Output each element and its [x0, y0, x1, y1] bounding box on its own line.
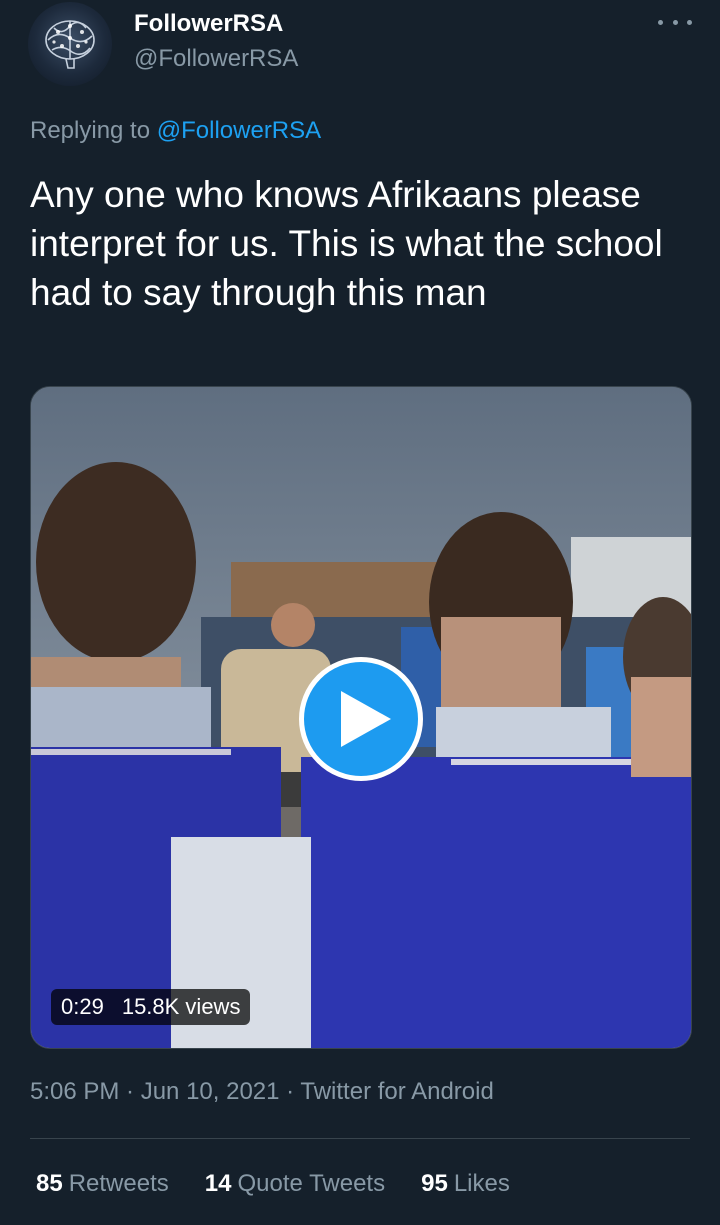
likes-stat[interactable]: 95 Likes: [421, 1168, 510, 1200]
video-duration: 0:29: [61, 994, 104, 1019]
avatar[interactable]: [28, 2, 112, 86]
video-player[interactable]: 0:29 15.8K views: [30, 386, 692, 1049]
tweet-header: FollowerRSA @FollowerRSA: [0, 0, 720, 100]
likes-label: Likes: [453, 1170, 510, 1197]
reply-mention-link[interactable]: @FollowerRSA: [157, 117, 321, 144]
tweet-timestamp[interactable]: 5:06 PM · Jun 10, 2021 · Twitter for And…: [30, 1076, 494, 1108]
likes-count: 95: [421, 1170, 448, 1197]
retweets-label: Retweets: [68, 1170, 169, 1197]
tweet-stats: 85 Retweets 14 Quote Tweets 95 Likes: [36, 1168, 546, 1200]
tweet-detail: FollowerRSA @FollowerRSA Replying to @Fo…: [0, 0, 720, 1225]
quote-tweets-count: 14: [204, 1170, 232, 1197]
video-views: 15.8K views: [121, 994, 241, 1019]
quote-tweets-stat[interactable]: 14 Quote Tweets: [205, 1168, 385, 1200]
author-handle[interactable]: @FollowerRSA: [134, 44, 298, 74]
reply-prefix: Replying to: [30, 117, 151, 144]
video-meta-badge: 0:29 15.8K views: [51, 989, 251, 1025]
play-icon: [341, 691, 391, 747]
avatar-brain-icon: [45, 20, 95, 69]
play-button[interactable]: [299, 657, 423, 781]
author-display-name[interactable]: FollowerRSA: [134, 9, 283, 39]
retweets-stat[interactable]: 85 Retweets: [36, 1168, 169, 1200]
more-icon[interactable]: [658, 10, 692, 34]
divider: [30, 1138, 690, 1139]
quote-tweets-label: Quote Tweets: [237, 1170, 386, 1197]
retweets-count: 85: [36, 1170, 63, 1197]
tweet-text: Any one who knows Afrikaans please inter…: [30, 174, 663, 313]
reply-context: Replying to @FollowerRSA: [30, 115, 321, 147]
